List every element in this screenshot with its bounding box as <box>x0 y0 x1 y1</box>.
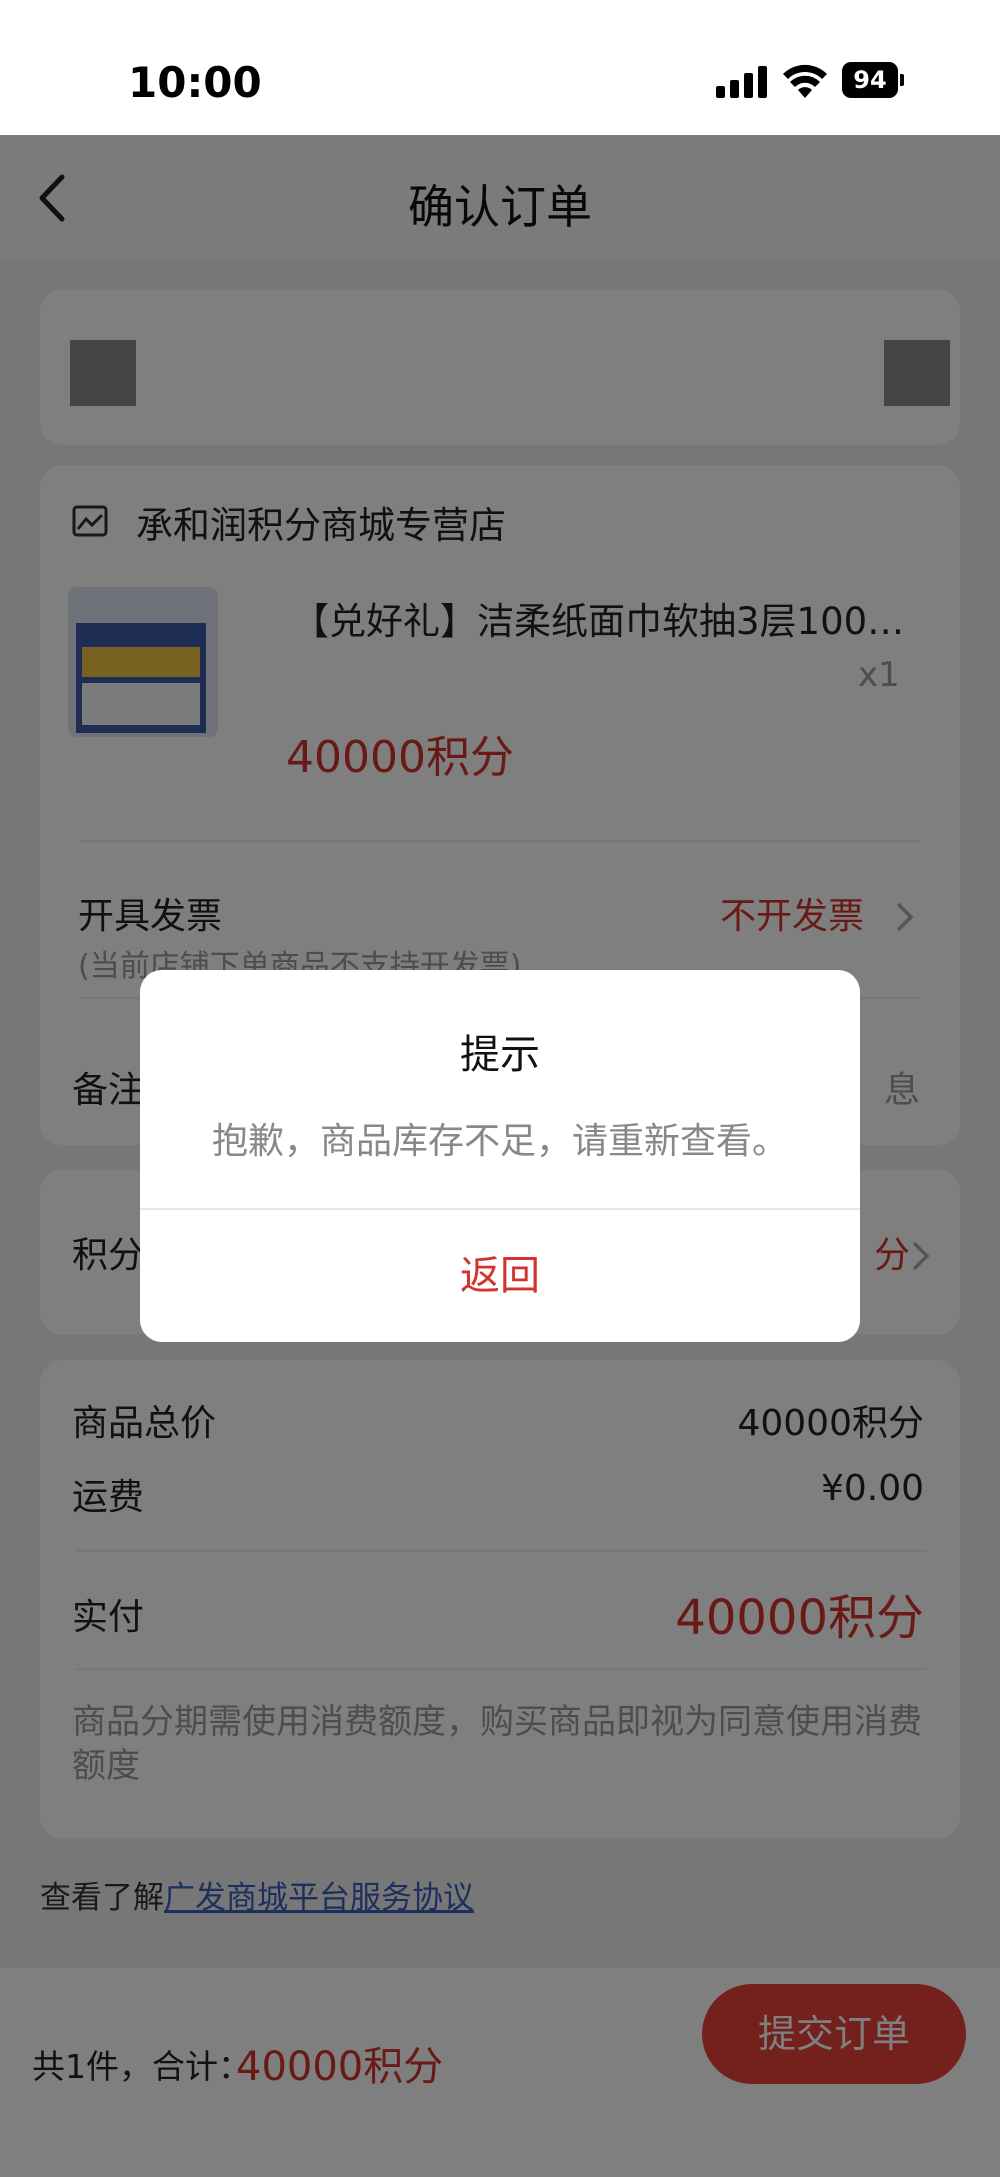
dialog-title: 提示 <box>460 1032 540 1078</box>
status-bar: 10:00 94 <box>0 0 1000 135</box>
battery-icon: 94 <box>842 62 904 98</box>
dialog-message: 抱歉，商品库存不足，请重新查看。 <box>211 1121 788 1162</box>
signal-icon <box>716 66 770 98</box>
dialog-return-button[interactable]: 返回 <box>140 1210 860 1342</box>
status-time: 10:00 <box>128 58 262 107</box>
battery-level: 94 <box>842 62 898 98</box>
wifi-icon <box>782 62 828 100</box>
alert-dialog: 提示 抱歉，商品库存不足，请重新查看。 返回 <box>140 970 860 1342</box>
